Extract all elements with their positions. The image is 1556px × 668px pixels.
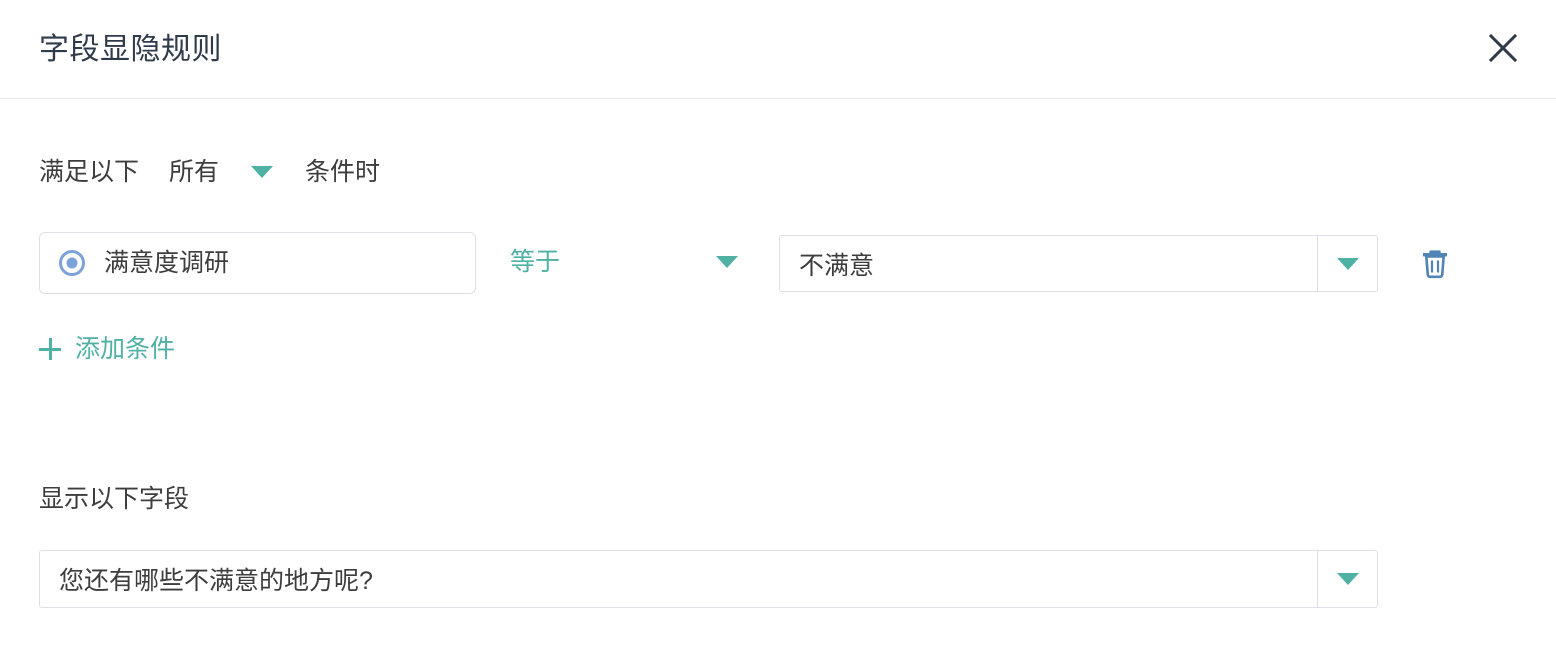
dialog-header: 字段显隐规则	[0, 0, 1556, 99]
add-condition-button[interactable]: 添加条件	[39, 332, 175, 366]
condition-value-caret-button[interactable]	[1317, 236, 1377, 291]
condition-operator-value: 等于	[510, 248, 561, 276]
match-mode-dropdown[interactable]: 所有	[169, 156, 274, 188]
condition-field-selector[interactable]: 满意度调研	[39, 232, 476, 294]
delete-condition-button[interactable]	[1418, 246, 1452, 280]
show-fields-label: 显示以下字段	[39, 485, 190, 513]
plus-icon	[39, 338, 61, 360]
chevron-down-icon	[1336, 257, 1359, 270]
chevron-down-icon	[716, 256, 738, 268]
match-suffix-label: 条件时	[305, 158, 381, 186]
show-fields-select[interactable]: 您还有哪些不满意的地方呢?	[39, 550, 1378, 608]
condition-field-label: 满意度调研	[104, 249, 230, 277]
radio-button-icon	[59, 250, 85, 276]
show-fields-value-text: 您还有哪些不满意的地方呢?	[59, 567, 373, 595]
add-condition-label: 添加条件	[75, 335, 176, 363]
match-prefix-label: 满足以下	[39, 158, 140, 186]
condition-operator-dropdown[interactable]: 等于	[510, 234, 755, 290]
dialog-body: 满足以下 所有 条件时 满意度调研 等于 不满意 添加条件 显示以下字段 您还有…	[0, 99, 1556, 668]
condition-value-select[interactable]: 不满意	[779, 235, 1378, 292]
close-button[interactable]	[1482, 27, 1524, 69]
chevron-down-icon	[1336, 573, 1359, 585]
show-fields-caret-button[interactable]	[1317, 551, 1377, 607]
condition-value-text: 不满意	[799, 251, 875, 280]
match-mode-value: 所有	[169, 158, 220, 186]
trash-icon	[1420, 247, 1450, 279]
match-mode-row: 满足以下 所有 条件时	[39, 156, 380, 188]
condition-row: 满意度调研 等于 不满意	[0, 232, 1556, 294]
close-icon	[1488, 33, 1518, 63]
page-title: 字段显隐规则	[39, 33, 222, 66]
chevron-down-icon	[251, 166, 274, 178]
